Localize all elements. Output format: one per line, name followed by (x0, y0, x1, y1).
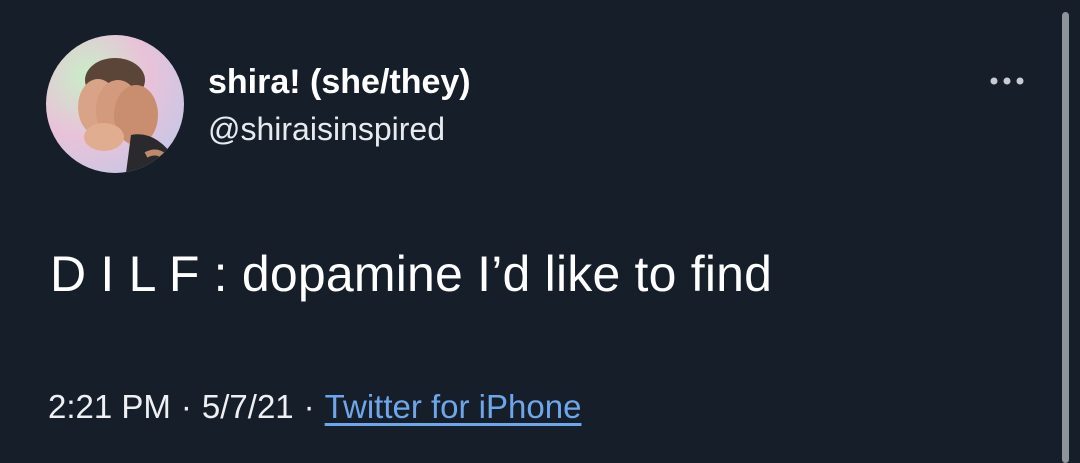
meta-separator: · (303, 388, 315, 425)
scrollbar[interactable] (1062, 12, 1069, 463)
more-horizontal-icon (990, 77, 1024, 85)
user-handle[interactable]: @shiraisinspired (208, 110, 445, 148)
display-name[interactable]: shira! (she/they) (208, 62, 471, 102)
meta-separator: · (180, 388, 192, 425)
avatar[interactable] (46, 35, 184, 173)
tweet-card: shira! (she/they) @shiraisinspired D I L… (0, 0, 1080, 463)
tweet-meta: 2:21 PM · 5/7/21 · Twitter for iPhone (48, 387, 581, 427)
more-options-button[interactable] (982, 66, 1032, 96)
tweet-source-link[interactable]: Twitter for iPhone (325, 388, 582, 425)
tweet-date[interactable]: 5/7/21 (202, 388, 294, 425)
avatar-photo (78, 58, 176, 173)
tweet-text: D I L F : dopamine I’d like to find (50, 246, 773, 302)
tweet-time[interactable]: 2:21 PM (48, 388, 171, 425)
